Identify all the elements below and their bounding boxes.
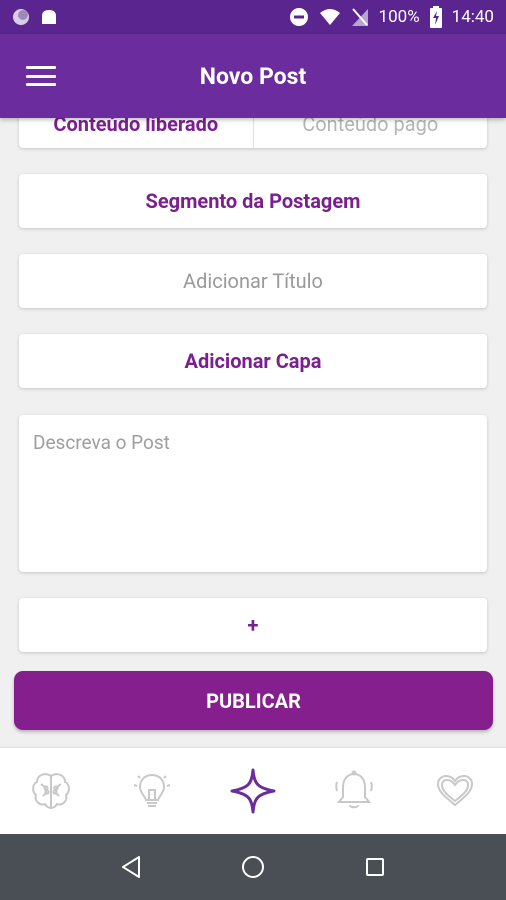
heart-icon	[437, 774, 474, 807]
no-signal-icon	[351, 7, 369, 27]
bell-icon	[335, 770, 373, 809]
tab-sparkle[interactable]	[223, 761, 283, 821]
segment-button[interactable]: Segmento da Postagem	[19, 174, 487, 228]
tab-ideas[interactable]	[122, 761, 182, 821]
title-input[interactable]: Adicionar Título	[19, 254, 487, 308]
clock: 14:40	[451, 7, 494, 27]
status-bar: 100% 14:40	[0, 0, 506, 34]
lightbulb-icon	[133, 773, 171, 807]
system-nav-bar	[0, 834, 506, 900]
circle-notification-icon	[12, 8, 30, 26]
android-notification-icon	[40, 8, 58, 26]
add-cover-button[interactable]: Adicionar Capa	[19, 334, 487, 388]
app-bar: Novo Post	[0, 34, 506, 118]
page-title: Novo Post	[199, 62, 307, 90]
battery-charging-icon	[429, 6, 442, 28]
menu-icon[interactable]	[24, 62, 58, 90]
screen: 100% 14:40 Novo Post Conteúdo liberado C…	[0, 0, 506, 900]
brain-icon	[31, 773, 70, 810]
recents-icon[interactable]	[355, 847, 395, 887]
add-item-button[interactable]: +	[19, 598, 487, 652]
back-icon[interactable]	[111, 847, 151, 887]
publish-button[interactable]: PUBLICAR	[14, 671, 493, 730]
post-form: Conteúdo liberado Conteúdo pago Segmento…	[0, 108, 506, 748]
wifi-icon	[319, 8, 341, 26]
description-input[interactable]: Descreva o Post	[19, 415, 487, 572]
bottom-tab-bar	[0, 748, 506, 834]
tab-notifications[interactable]	[324, 761, 384, 821]
do-not-disturb-icon	[289, 7, 309, 27]
tab-favorites[interactable]	[425, 761, 485, 821]
battery-percent: 100%	[378, 7, 420, 27]
sparkle-icon	[230, 768, 276, 814]
tab-brain[interactable]	[21, 761, 81, 821]
home-icon[interactable]	[233, 847, 273, 887]
